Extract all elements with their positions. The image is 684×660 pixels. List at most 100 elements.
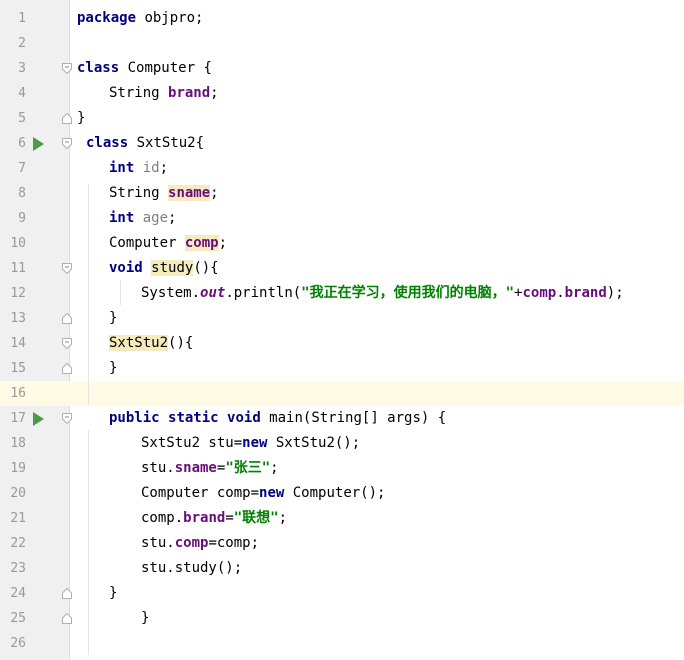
code-token: sname <box>168 185 211 201</box>
code-token: = <box>225 510 234 526</box>
code-token: Computer <box>109 235 185 251</box>
line-number: 13 <box>10 311 26 326</box>
code-token: } <box>109 360 118 376</box>
line-number: 3 <box>18 61 26 76</box>
fold-end-icon[interactable] <box>62 613 72 624</box>
run-icon[interactable] <box>33 412 44 426</box>
code-line[interactable]: 8 String sname; <box>0 181 684 206</box>
code-line[interactable]: 17 public static void main(String[] args)… <box>0 406 684 431</box>
code-token: age <box>142 210 169 226</box>
code-token: System. <box>141 285 201 301</box>
line-number: 2 <box>18 36 26 51</box>
line-number: 14 <box>10 336 26 351</box>
fold-collapse-icon[interactable] <box>62 338 72 349</box>
code-line[interactable]: 25} <box>0 606 684 631</box>
code-token: .println( <box>225 285 302 301</box>
line-number: 12 <box>10 286 26 301</box>
code-token: brand <box>564 285 607 301</box>
fold-collapse-icon[interactable] <box>62 63 72 74</box>
code-editor[interactable]: 1 package objpro; 2 3 class Computer { 4 Strin… <box>0 0 684 660</box>
fold-end-icon[interactable] <box>62 313 72 324</box>
line-number: 19 <box>10 461 26 476</box>
code-token: comp <box>174 535 209 551</box>
indent-guide <box>120 280 121 305</box>
code-line[interactable]: 6 class SxtStu2{ <box>0 131 684 156</box>
code-text: public static void main(String[] args) { <box>109 406 446 431</box>
code-line[interactable]: 1 package objpro; <box>0 6 684 31</box>
code-token: . <box>556 285 565 301</box>
code-line[interactable]: 19 stu.sname="张三"; <box>0 456 684 481</box>
fold-end-icon[interactable] <box>62 113 72 124</box>
code-line[interactable]: 20 Computer comp=new Computer(); <box>0 481 684 506</box>
code-line[interactable]: 24} <box>0 581 684 606</box>
code-text: int id; <box>109 156 168 181</box>
code-token: objpro; <box>136 10 204 26</box>
line-number: 9 <box>18 211 26 226</box>
code-token: Computer comp= <box>141 485 260 501</box>
code-line[interactable]: 22 stu.comp=comp; <box>0 531 684 556</box>
code-token: class <box>77 60 120 76</box>
line-number: 15 <box>10 361 26 376</box>
code-text: Computer comp=new Computer(); <box>141 481 385 506</box>
code-text: stu.comp=comp; <box>141 531 259 556</box>
code-token: static <box>168 410 219 426</box>
line-number: 17 <box>10 411 26 426</box>
code-token: SxtStu2 <box>109 335 169 351</box>
code-line[interactable]: 18 SxtStu2 stu=new SxtStu2(); <box>0 431 684 456</box>
code-line[interactable]: 21 comp.brand="联想"; <box>0 506 684 531</box>
code-token: } <box>141 610 150 626</box>
code-text: String sname; <box>109 181 219 206</box>
code-token: void <box>227 410 261 426</box>
line-number: 4 <box>18 86 26 101</box>
line-number: 5 <box>18 111 26 126</box>
code-token: String <box>109 85 169 101</box>
line-number: 21 <box>10 511 26 526</box>
code-text: class Computer { <box>77 56 212 81</box>
code-token: int <box>109 160 135 176</box>
fold-collapse-icon[interactable] <box>62 263 72 274</box>
line-number: 7 <box>18 161 26 176</box>
code-token: comp <box>184 235 219 251</box>
code-line[interactable]: 2 <box>0 31 684 56</box>
code-line[interactable]: 9 int age; <box>0 206 684 231</box>
code-token: void <box>109 260 143 276</box>
code-text: package objpro; <box>77 6 203 31</box>
code-token: int <box>109 210 135 226</box>
fold-collapse-icon[interactable] <box>62 138 72 149</box>
code-line[interactable]: 14 SxtStu2(){ <box>0 331 684 356</box>
code-token: ; <box>159 160 169 176</box>
fold-end-icon[interactable] <box>62 363 72 374</box>
line-number: 25 <box>10 611 26 626</box>
code-token: SxtStu2{ <box>128 135 205 151</box>
code-token: ; <box>210 85 219 101</box>
code-text: } <box>77 106 85 131</box>
code-line[interactable]: 11 void study(){ <box>0 256 684 281</box>
code-token: } <box>109 585 118 601</box>
line-number: 20 <box>10 486 26 501</box>
fold-collapse-icon[interactable] <box>62 413 72 424</box>
code-line[interactable]: 12 System.out.println("我正在学习，使用我们的电脑，"+co… <box>0 281 684 306</box>
code-text: String brand; <box>109 81 219 106</box>
code-token: } <box>77 110 86 126</box>
code-line[interactable]: 23 stu.study(); <box>0 556 684 581</box>
code-line[interactable]: 10 Computer comp; <box>0 231 684 256</box>
code-text: stu.study(); <box>141 556 242 581</box>
code-line[interactable]: 15} <box>0 356 684 381</box>
code-line[interactable]: 4 String brand; <box>0 81 684 106</box>
code-line[interactable]: 16 <box>0 381 684 406</box>
code-line[interactable]: 26 <box>0 631 684 656</box>
code-text: SxtStu2 stu=new SxtStu2(); <box>141 431 360 456</box>
code-line[interactable]: 13} <box>0 306 684 331</box>
code-line[interactable]: 5} <box>0 106 684 131</box>
fold-end-icon[interactable] <box>62 588 72 599</box>
run-icon[interactable] <box>33 137 44 151</box>
code-token: (){ <box>193 260 219 276</box>
code-text: comp.brand="联想"; <box>141 506 287 531</box>
code-line[interactable]: 7 int id; <box>0 156 684 181</box>
code-line[interactable]: 3 class Computer { <box>0 56 684 81</box>
code-token: SxtStu2 stu= <box>141 435 243 451</box>
